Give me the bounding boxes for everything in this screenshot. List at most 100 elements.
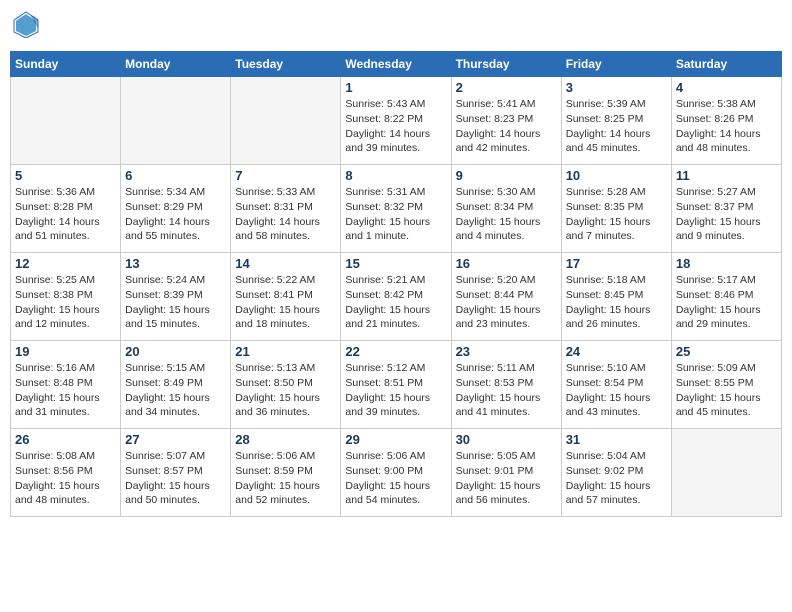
day-info: Sunrise: 5:39 AMSunset: 8:25 PMDaylight:… [566, 97, 667, 156]
calendar-cell: 24 Sunrise: 5:10 AMSunset: 8:54 PMDayligh… [561, 341, 671, 429]
calendar-cell: 30Sunrise: 5:05 AMSunset: 9:01 PMDayligh… [451, 429, 561, 517]
calendar-cell: 16Sunrise: 5:20 AMSunset: 8:44 PMDayligh… [451, 253, 561, 341]
day-number: 2 [456, 80, 557, 95]
day-info: Sunrise: 5:11 AMSunset: 8:53 PMDaylight:… [456, 361, 557, 420]
calendar-cell: 15 Sunrise: 5:21 AMSunset: 8:42 PMDayligh… [341, 253, 451, 341]
day-info: Sunrise: 5:28 AMSunset: 8:35 PMDaylight:… [566, 185, 667, 244]
day-number: 10 [566, 168, 667, 183]
day-info: Sunrise: 5:41 AMSunset: 8:23 PMDaylight:… [456, 97, 557, 156]
calendar-cell: 1Sunrise: 5:43 AMSunset: 8:22 PMDaylight… [341, 77, 451, 165]
day-info: Sunrise: 5:33 AMSunset: 8:31 PMDaylight:… [235, 185, 336, 244]
calendar-cell: 7 Sunrise: 5:33 AMSunset: 8:31 PMDaylight… [231, 165, 341, 253]
day-number: 20 [125, 344, 226, 359]
day-number: 9 [456, 168, 557, 183]
calendar-cell: 17 Sunrise: 5:18 AMSunset: 8:45 PMDayligh… [561, 253, 671, 341]
calendar-cell: 10 Sunrise: 5:28 AMSunset: 8:35 PMDayligh… [561, 165, 671, 253]
day-number: 6 [125, 168, 226, 183]
day-number: 14 [235, 256, 336, 271]
logo-text [10, 10, 40, 43]
calendar-cell: 4Sunrise: 5:38 AMSunset: 8:26 PMDaylight… [671, 77, 781, 165]
day-info: Sunrise: 5:18 AMSunset: 8:45 PMDaylight:… [566, 273, 667, 332]
calendar-cell [121, 77, 231, 165]
day-number: 29 [345, 432, 446, 447]
calendar-cell: 12Sunrise: 5:25 AMSunset: 8:38 PMDayligh… [11, 253, 121, 341]
day-info: Sunrise: 5:43 AMSunset: 8:22 PMDaylight:… [345, 97, 446, 156]
day-number: 11 [676, 168, 777, 183]
calendar-cell: 25 Sunrise: 5:09 AMSunset: 8:55 PMDayligh… [671, 341, 781, 429]
day-info: Sunrise: 5:30 AMSunset: 8:34 PMDaylight:… [456, 185, 557, 244]
day-number: 23 [456, 344, 557, 359]
day-number: 15 [345, 256, 446, 271]
day-number: 30 [456, 432, 557, 447]
calendar-cell: 31 Sunrise: 5:04 AMSunset: 9:02 PMDayligh… [561, 429, 671, 517]
calendar-cell: 18Sunrise: 5:17 AMSunset: 8:46 PMDayligh… [671, 253, 781, 341]
calendar-day-header: Tuesday [231, 52, 341, 77]
calendar-day-header: Sunday [11, 52, 121, 77]
calendar-week-row: 1Sunrise: 5:43 AMSunset: 8:22 PMDaylight… [11, 77, 782, 165]
day-number: 27 [125, 432, 226, 447]
calendar-day-header: Monday [121, 52, 231, 77]
day-number: 17 [566, 256, 667, 271]
day-number: 3 [566, 80, 667, 95]
calendar-day-header: Saturday [671, 52, 781, 77]
day-info: Sunrise: 5:38 AMSunset: 8:26 PMDaylight:… [676, 97, 777, 156]
day-number: 12 [15, 256, 116, 271]
day-info: Sunrise: 5:22 AMSunset: 8:41 PMDaylight:… [235, 273, 336, 332]
calendar-week-row: 19Sunrise: 5:16 AMSunset: 8:48 PMDayligh… [11, 341, 782, 429]
day-info: Sunrise: 5:08 AMSunset: 8:56 PMDaylight:… [15, 449, 116, 508]
day-info: Sunrise: 5:34 AMSunset: 8:29 PMDaylight:… [125, 185, 226, 244]
day-info: Sunrise: 5:12 AMSunset: 8:51 PMDaylight:… [345, 361, 446, 420]
calendar-cell: 23 Sunrise: 5:11 AMSunset: 8:53 PMDayligh… [451, 341, 561, 429]
calendar-cell: 8 Sunrise: 5:31 AMSunset: 8:32 PMDaylight… [341, 165, 451, 253]
day-info: Sunrise: 5:09 AMSunset: 8:55 PMDaylight:… [676, 361, 777, 420]
day-number: 25 [676, 344, 777, 359]
day-number: 7 [235, 168, 336, 183]
day-number: 8 [345, 168, 446, 183]
day-info: Sunrise: 5:04 AMSunset: 9:02 PMDaylight:… [566, 449, 667, 508]
calendar-cell: 5 Sunrise: 5:36 AMSunset: 8:28 PMDaylight… [11, 165, 121, 253]
calendar-cell: 20 Sunrise: 5:15 AMSunset: 8:49 PMDayligh… [121, 341, 231, 429]
calendar-day-header: Thursday [451, 52, 561, 77]
day-number: 21 [235, 344, 336, 359]
calendar-cell [11, 77, 121, 165]
day-info: Sunrise: 5:06 AMSunset: 9:00 PMDaylight:… [345, 449, 446, 508]
calendar-cell: 14 Sunrise: 5:22 AMSunset: 8:41 PMDayligh… [231, 253, 341, 341]
calendar-cell: 21 Sunrise: 5:13 AMSunset: 8:50 PMDayligh… [231, 341, 341, 429]
calendar-cell: 28 Sunrise: 5:06 AMSunset: 8:59 PMDayligh… [231, 429, 341, 517]
calendar-cell: 2 Sunrise: 5:41 AMSunset: 8:23 PMDaylight… [451, 77, 561, 165]
day-number: 28 [235, 432, 336, 447]
calendar-day-header: Wednesday [341, 52, 451, 77]
day-info: Sunrise: 5:31 AMSunset: 8:32 PMDaylight:… [345, 185, 446, 244]
day-info: Sunrise: 5:36 AMSunset: 8:28 PMDaylight:… [15, 185, 116, 244]
day-number: 5 [15, 168, 116, 183]
day-number: 24 [566, 344, 667, 359]
logo-icon [12, 10, 40, 38]
calendar-day-header: Friday [561, 52, 671, 77]
day-number: 22 [345, 344, 446, 359]
calendar-table: SundayMondayTuesdayWednesdayThursdayFrid… [10, 51, 782, 517]
calendar-cell: 26 Sunrise: 5:08 AMSunset: 8:56 PMDayligh… [11, 429, 121, 517]
calendar-cell: 19Sunrise: 5:16 AMSunset: 8:48 PMDayligh… [11, 341, 121, 429]
day-info: Sunrise: 5:13 AMSunset: 8:50 PMDaylight:… [235, 361, 336, 420]
day-number: 18 [676, 256, 777, 271]
day-info: Sunrise: 5:07 AMSunset: 8:57 PMDaylight:… [125, 449, 226, 508]
calendar-week-row: 5 Sunrise: 5:36 AMSunset: 8:28 PMDaylight… [11, 165, 782, 253]
calendar-cell: 3 Sunrise: 5:39 AMSunset: 8:25 PMDaylight… [561, 77, 671, 165]
logo [10, 10, 40, 43]
day-info: Sunrise: 5:06 AMSunset: 8:59 PMDaylight:… [235, 449, 336, 508]
calendar-week-row: 26 Sunrise: 5:08 AMSunset: 8:56 PMDayligh… [11, 429, 782, 517]
calendar-cell: 27 Sunrise: 5:07 AMSunset: 8:57 PMDayligh… [121, 429, 231, 517]
calendar-cell: 6 Sunrise: 5:34 AMSunset: 8:29 PMDaylight… [121, 165, 231, 253]
day-info: Sunrise: 5:21 AMSunset: 8:42 PMDaylight:… [345, 273, 446, 332]
day-number: 31 [566, 432, 667, 447]
calendar-cell [231, 77, 341, 165]
day-number: 13 [125, 256, 226, 271]
calendar-cell: 29 Sunrise: 5:06 AMSunset: 9:00 PMDayligh… [341, 429, 451, 517]
calendar-cell: 22 Sunrise: 5:12 AMSunset: 8:51 PMDayligh… [341, 341, 451, 429]
day-info: Sunrise: 5:15 AMSunset: 8:49 PMDaylight:… [125, 361, 226, 420]
day-info: Sunrise: 5:10 AMSunset: 8:54 PMDaylight:… [566, 361, 667, 420]
day-info: Sunrise: 5:16 AMSunset: 8:48 PMDaylight:… [15, 361, 116, 420]
calendar-cell: 11Sunrise: 5:27 AMSunset: 8:37 PMDayligh… [671, 165, 781, 253]
day-number: 26 [15, 432, 116, 447]
day-number: 16 [456, 256, 557, 271]
